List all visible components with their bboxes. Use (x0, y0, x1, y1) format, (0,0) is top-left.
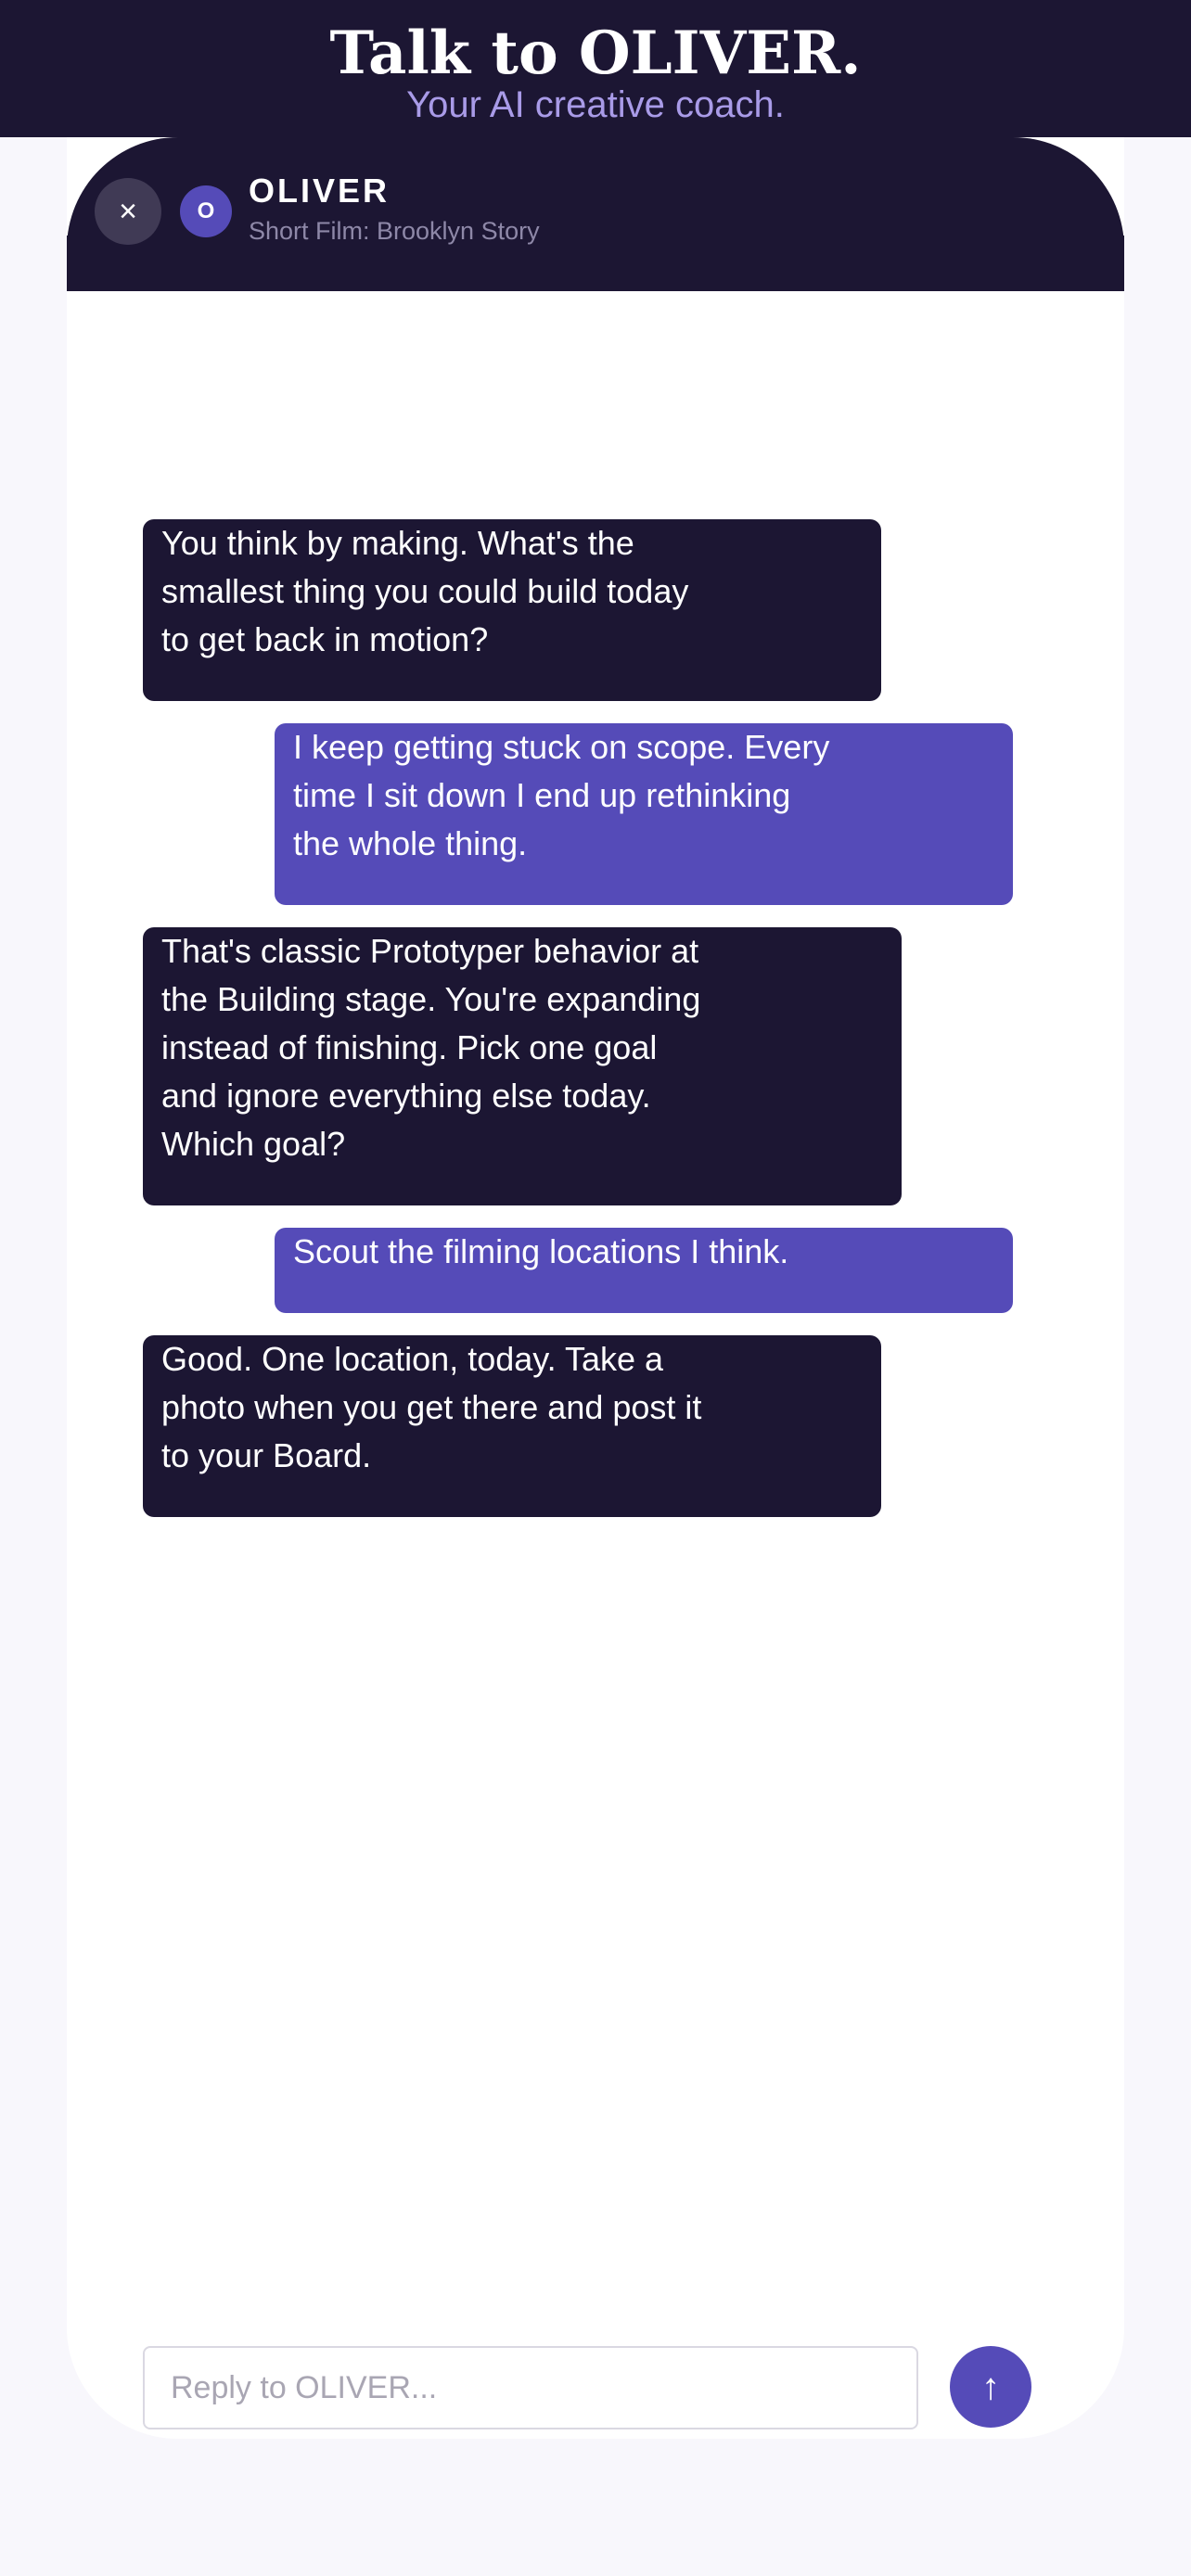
close-icon: × (119, 194, 137, 229)
banner-subtitle: Your AI creative coach. (406, 84, 785, 125)
project-name: Short Film: Brooklyn Story (249, 217, 540, 245)
message-bubble-coach: That's classic Prototyper behavior at th… (143, 927, 902, 1205)
coach-name: OLIVER (249, 172, 391, 210)
banner-title: Talk to OLIVER. (329, 19, 862, 88)
header-fill (67, 236, 1124, 291)
message-bubble-user: Scout the filming locations I think. (275, 1228, 1013, 1313)
send-button[interactable]: ↑ (950, 2346, 1031, 2428)
avatar: O (180, 185, 232, 237)
arrow-up-icon: ↑ (981, 2366, 1000, 2407)
message-bubble-coach: You think by making. What's the smallest… (143, 519, 881, 701)
reply-input[interactable] (143, 2346, 918, 2429)
close-button[interactable]: × (95, 178, 161, 245)
top-banner: Talk to OLIVER. Your AI creative coach. (0, 0, 1191, 137)
message-bubble-user: I keep getting stuck on scope. Every tim… (275, 723, 1013, 905)
chat-header: × O OLIVER Short Film: Brooklyn Story (67, 137, 1124, 291)
message-bubble-coach: Good. One location, today. Take a photo … (143, 1335, 881, 1517)
